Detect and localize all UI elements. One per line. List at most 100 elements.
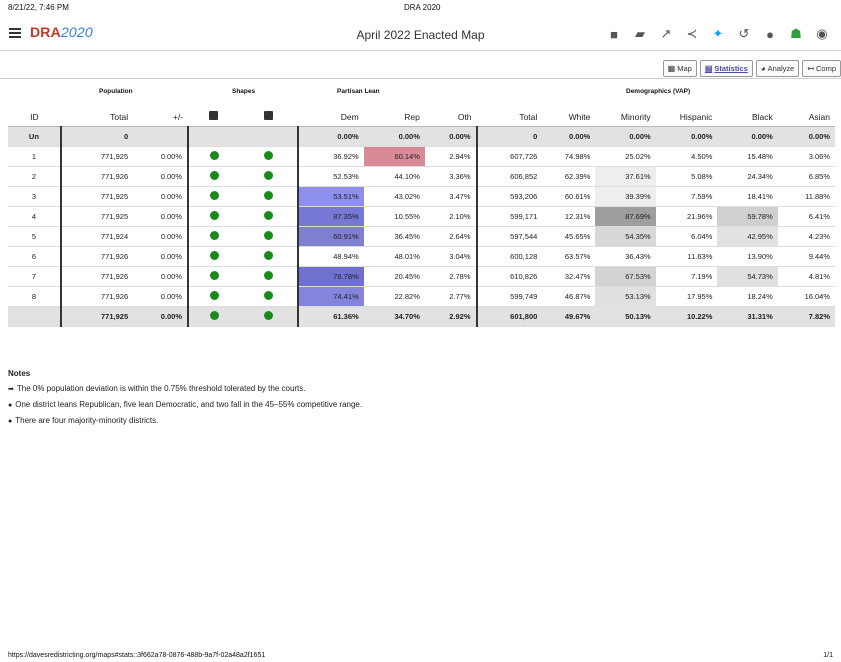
comment-icon[interactable]: ▰ [631, 25, 649, 43]
cell-oth: 3.04% [424, 246, 477, 267]
cell-oth: 0.00% [424, 126, 477, 147]
shape-ok-icon [209, 271, 219, 280]
shape-cell [187, 126, 240, 147]
cell-asian: 6.85% [777, 166, 835, 187]
table-row[interactable]: 6 771,926 0.00% 48.94% 48.01% 3.04% 600,128 63.… [8, 246, 835, 267]
cell-minority: 37.61% [595, 166, 656, 187]
cell-vap_total: 0 [475, 126, 543, 147]
cell-vap_total: 599,171 [475, 206, 543, 227]
cell-asian: 9.44% [777, 246, 835, 267]
cell-total: 0 [59, 126, 134, 147]
cell-dem: 53.51% [297, 186, 364, 207]
shape-ok-icon [263, 291, 273, 300]
circle-icon[interactable]: ● [761, 25, 779, 43]
shape-ok-icon [263, 271, 273, 280]
table-row[interactable]: 771,925 0.00% 61.36% 34.70% 2.92% 601,800 49.6… [8, 306, 835, 327]
col-population-total[interactable]: Total [60, 107, 134, 127]
cell-hispanic: 7.19% [655, 266, 718, 287]
shape-cell [239, 206, 299, 227]
table-body: Un 0 0.00% 0.00% 0.00% 0 0.00% 0.00% 0.00% 0.00% 0… [8, 126, 835, 327]
cell-dem: 0.00% [297, 126, 364, 147]
account-icon[interactable]: ◉ [813, 25, 831, 43]
cell-white: 46.87% [542, 286, 596, 307]
col-asian[interactable]: Asian [777, 107, 835, 127]
col-vap-total[interactable]: Total [476, 107, 543, 127]
table-icon: ▤ [704, 64, 713, 73]
group-demographics: Demographics (VAP) [626, 88, 691, 95]
col-black[interactable]: Black [717, 107, 778, 127]
col-rep[interactable]: Rep [363, 107, 425, 127]
cell-hispanic: 7.59% [655, 186, 718, 207]
cell-dem: 76.78% [297, 266, 364, 287]
cell-hispanic: 5.08% [655, 166, 718, 187]
twitter-icon[interactable]: ✦ [709, 25, 727, 43]
table-row[interactable]: 2 771,926 0.00% 52.53% 44.10% 3.36% 606,852 62.… [8, 166, 835, 187]
table-row[interactable]: 1 771,925 0.00% 36.92% 60.14% 2.94% 607,726 74.… [8, 146, 835, 167]
group-partisan: Partisan Lean [337, 88, 380, 95]
table-row[interactable]: 5 771,924 0.00% 60.91% 36.45% 2.64% 597,544 45.… [8, 226, 835, 247]
shape-cell [239, 126, 299, 147]
cell-vap_total: 610,826 [475, 266, 543, 287]
note-text: There are four majority-minority distric… [15, 416, 159, 425]
shape-ok-icon [209, 171, 219, 180]
cell-rep: 44.10% [363, 166, 425, 187]
cell-asian: 3.06% [777, 146, 835, 167]
tab-compare[interactable]: ↤ Comp [802, 60, 841, 77]
cell-black: 15.48% [717, 146, 778, 167]
shape-cell [239, 186, 299, 207]
table-row[interactable]: 4 771,925 0.00% 87.35% 10.55% 2.10% 599,171 12.… [8, 206, 835, 227]
col-shape-2[interactable] [239, 107, 299, 127]
cell-id: 5 [8, 226, 61, 247]
cell-id [8, 306, 61, 327]
col-id[interactable]: ID [8, 107, 61, 127]
cell-rep: 20.45% [363, 266, 425, 287]
cell-total: 771,925 [59, 306, 134, 327]
cell-white: 63.57% [542, 246, 596, 267]
tab-statistics[interactable]: ▤ Statistics [699, 60, 753, 77]
col-white[interactable]: White [542, 107, 596, 127]
table-row[interactable]: 3 771,925 0.00% 53.51% 43.02% 3.47% 593,206 60.… [8, 186, 835, 207]
cell-oth: 2.78% [424, 266, 477, 287]
history-icon[interactable]: ↺ [735, 25, 753, 43]
col-shape-1[interactable] [188, 107, 240, 127]
col-hispanic[interactable]: Hispanic [655, 107, 718, 127]
shape-cell [239, 226, 299, 247]
square-icon[interactable]: ■ [605, 25, 623, 43]
cell-dem: 36.92% [297, 146, 364, 167]
shape-cell [187, 246, 240, 267]
user-icon[interactable]: ☗ [787, 25, 805, 43]
cell-rep: 22.82% [363, 286, 425, 307]
note-text: One district leans Republican, five lean… [15, 400, 363, 409]
tab-map-label: Map [677, 64, 692, 73]
cell-total: 771,925 [59, 206, 134, 227]
cell-white: 45.65% [542, 226, 596, 247]
shape-cell [239, 246, 299, 267]
tab-map[interactable]: ▦ Map [662, 60, 697, 77]
table-row[interactable]: 8 771,926 0.00% 74.41% 22.82% 2.77% 599,749 46.… [8, 286, 835, 307]
tab-analyze[interactable]: ◕ Analyze [755, 60, 800, 77]
shape-ok-icon [263, 171, 273, 180]
cell-dev: 0.00% [133, 206, 189, 227]
cell-rep: 60.14% [363, 146, 425, 167]
share-icon[interactable]: ≺ [683, 25, 701, 43]
col-minority[interactable]: Minority [595, 107, 656, 127]
cell-id: 8 [8, 286, 61, 307]
toolbar-icons: ■ ▰ ↗ ≺ ✦ ↺ ● ☗ ◉ [605, 25, 831, 43]
col-dem[interactable]: Dem [298, 107, 364, 127]
cell-hispanic: 0.00% [655, 126, 718, 147]
shape-ok-icon [209, 231, 219, 240]
table-row[interactable]: 7 771,926 0.00% 76.78% 20.45% 2.78% 610,826 32.… [8, 266, 835, 287]
col-oth[interactable]: Oth [424, 107, 477, 127]
shape-cell [239, 286, 299, 307]
group-shapes: Shapes [232, 88, 256, 95]
note-item: ● One district leans Republican, five lea… [8, 400, 362, 409]
cell-rep: 36.45% [363, 226, 425, 247]
table-row[interactable]: Un 0 0.00% 0.00% 0.00% 0 0.00% 0.00% 0.00% 0.00% 0… [8, 126, 835, 147]
cell-total: 771,926 [59, 166, 134, 187]
expand-icon[interactable]: ↗ [657, 25, 675, 43]
cell-rep: 0.00% [363, 126, 425, 147]
shape-cell [239, 146, 299, 167]
view-tabs-bar: ▦ Map ▤ Statistics ◕ Analyze ↤ Comp [0, 58, 841, 79]
col-deviation[interactable]: +/- [133, 107, 189, 127]
print-datetime: 8/21/22, 7:46 PM [8, 3, 69, 12]
